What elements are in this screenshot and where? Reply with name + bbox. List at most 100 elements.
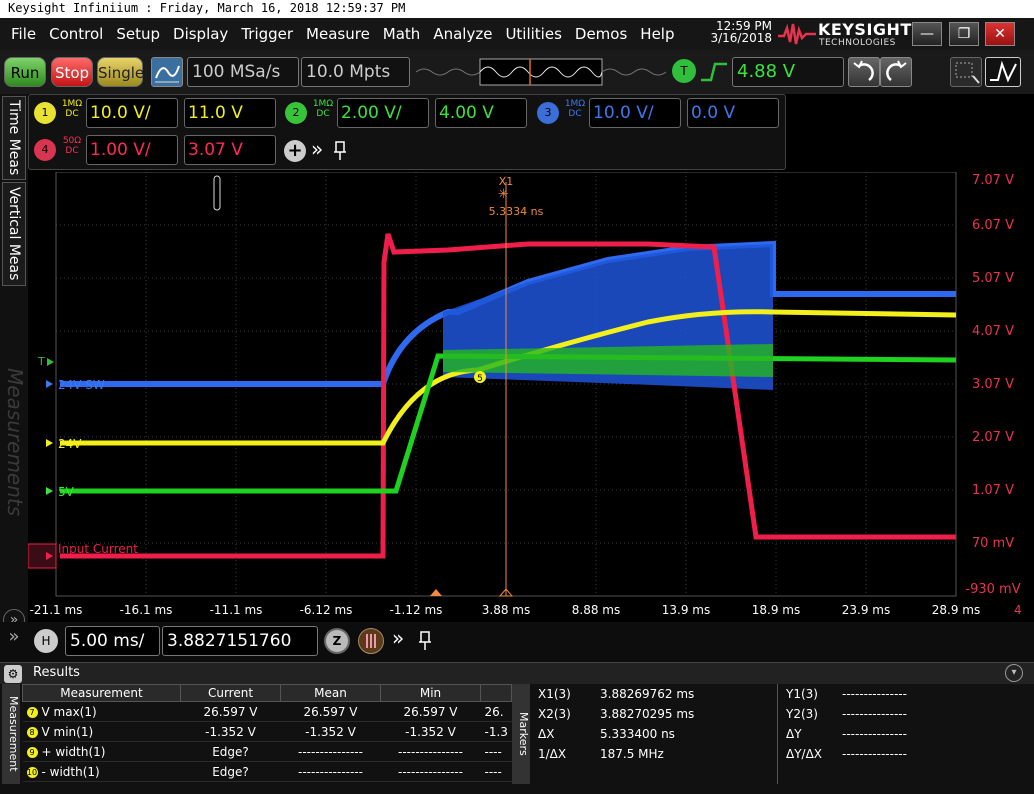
- channel-1-scale[interactable]: 10.0 V/: [86, 98, 178, 128]
- channel-2-offset[interactable]: 4.00 V: [435, 98, 527, 128]
- collapse-left-icon[interactable]: »: [0, 626, 28, 660]
- redo-icon: [886, 60, 907, 82]
- tab-vertical-meas[interactable]: Vertical Meas: [2, 182, 26, 286]
- zoom-box-button[interactable]: [950, 57, 982, 87]
- run-button[interactable]: Run: [4, 57, 46, 87]
- menu-display[interactable]: Display: [173, 25, 228, 43]
- segment-button[interactable]: [358, 628, 384, 654]
- marker-value: 3.88269762 ms: [600, 687, 695, 701]
- expand-channels-icon[interactable]: »: [311, 137, 323, 161]
- menu-math[interactable]: Math: [383, 25, 421, 43]
- results-header: ⚙ Results ▾: [0, 662, 1034, 684]
- measurement-current: -1.352 V: [180, 721, 281, 742]
- channel-3-scale[interactable]: 10.0 V/: [589, 98, 681, 128]
- x-axis-label: -1.12 ms: [389, 603, 443, 617]
- horizontal-pin-icon[interactable]: [418, 630, 432, 652]
- channel-4-badge[interactable]: 4: [34, 139, 56, 161]
- horizontal-badge[interactable]: H: [34, 629, 58, 653]
- table-row[interactable]: 8V min(1) -1.352 V -1.352 V -1.352 V -1.…: [22, 721, 512, 742]
- channel-1-badge[interactable]: 1: [34, 102, 56, 124]
- single-button[interactable]: Single: [97, 57, 144, 87]
- channel-4-number: 4: [41, 143, 49, 156]
- x-axis-label: 28.9 ms: [931, 603, 981, 617]
- settings-gear-icon[interactable]: ⚙: [4, 665, 22, 683]
- cursor-value: 5.3334 ns: [489, 205, 544, 218]
- close-button[interactable]: ✕: [985, 22, 1015, 46]
- sample-rate-field[interactable]: 100 MSa/s: [187, 57, 299, 87]
- add-channel-button[interactable]: +: [284, 140, 306, 162]
- x-axis-label: -6.12 ms: [299, 603, 353, 617]
- restore-button[interactable]: ❐: [949, 22, 979, 46]
- channel-3-offset[interactable]: 0.0 V: [687, 98, 779, 128]
- menu-measure[interactable]: Measure: [306, 25, 370, 43]
- waveform-display[interactable]: X1 ✳ 5.3334 ns 5 T 24V SW 24V 5V Input C…: [28, 172, 1034, 602]
- marker-label: Y1(3): [786, 687, 818, 701]
- channel-3-badge[interactable]: 3: [537, 102, 559, 124]
- brand-sub: TECHNOLOGIES: [819, 38, 896, 48]
- measurement-max: ----: [480, 741, 512, 762]
- marker-label: ΔX: [538, 727, 555, 741]
- table-row[interactable]: 10- width(1) Edge? --------------- -----…: [22, 761, 512, 782]
- redo-button[interactable]: [880, 57, 912, 87]
- marker-row: ΔX 5.333400 ns: [538, 724, 774, 744]
- undo-button[interactable]: [848, 57, 880, 87]
- measurement-side-label[interactable]: Measurement: [2, 684, 20, 784]
- menu: File Control Setup Display Trigger Measu…: [0, 18, 677, 50]
- time-scale-field[interactable]: 5.00 ms/: [65, 626, 160, 656]
- menu-file[interactable]: File: [11, 25, 36, 43]
- menu-analyze[interactable]: Analyze: [433, 25, 492, 43]
- expand-horizontal-icon[interactable]: »: [392, 626, 404, 650]
- plus-icon: +: [287, 140, 303, 161]
- menu-utilities[interactable]: Utilities: [505, 25, 561, 43]
- menu-trigger[interactable]: Trigger: [241, 25, 293, 43]
- marker-value: ---------------: [842, 727, 907, 741]
- marker-label: Y2(3): [786, 707, 818, 721]
- x-axis-label: -11.1 ms: [209, 603, 263, 617]
- channel-1-offset[interactable]: 11.0 V: [184, 98, 276, 128]
- memory-depth-field[interactable]: 10.0 Mpts: [301, 57, 410, 87]
- measurement-min: 26.597 V: [380, 701, 481, 722]
- channel-2-coupling[interactable]: 1MΩ DC: [312, 99, 334, 119]
- undo-icon: [853, 60, 874, 82]
- menu-help[interactable]: Help: [640, 25, 674, 43]
- waveform-overview-icon[interactable]: [416, 57, 666, 87]
- trigger-level-field[interactable]: 4.88 V: [732, 57, 844, 87]
- channel-4-coupling[interactable]: 50Ω DC: [61, 136, 83, 156]
- tab-time-meas[interactable]: Time Meas: [2, 96, 26, 180]
- measurement-min: ---------------: [380, 761, 481, 782]
- channel-2-badge[interactable]: 2: [285, 102, 307, 124]
- channel-1-ground-icon: [46, 439, 53, 447]
- table-row[interactable]: 9 + width(1) Edge? --------------- ------…: [22, 741, 512, 762]
- channel-3-coupling[interactable]: 1MΩ DC: [564, 99, 586, 119]
- row-marker-icon: 9: [26, 746, 38, 758]
- menu-control[interactable]: Control: [49, 25, 103, 43]
- table-row[interactable]: 7V max(1) 26.597 V 26.597 V 26.597 V 26.: [22, 701, 512, 722]
- measurement-mean: -1.352 V: [280, 721, 381, 742]
- minimize-button[interactable]: —: [912, 22, 942, 46]
- zoom-button[interactable]: Z: [324, 628, 350, 654]
- channel-2-scale[interactable]: 2.00 V/: [337, 98, 429, 128]
- right-axis-label: 4.07 V: [972, 324, 1014, 339]
- col-mean[interactable]: Mean: [280, 684, 381, 702]
- menu-demos[interactable]: Demos: [575, 25, 627, 43]
- col-measurement[interactable]: Measurement: [22, 684, 181, 702]
- touch-mode-button[interactable]: [985, 57, 1021, 87]
- time-position-field[interactable]: 3.8827151760 ms: [162, 626, 318, 679]
- col-current[interactable]: Current: [180, 684, 281, 702]
- auto-scale-button[interactable]: [151, 57, 183, 87]
- trigger-badge[interactable]: T: [672, 59, 696, 83]
- col-max[interactable]: [479, 684, 513, 702]
- pin-icon[interactable]: [333, 140, 347, 162]
- channel-1-coupling[interactable]: 1MΩ DC: [61, 99, 83, 119]
- rising-edge-icon[interactable]: [699, 60, 729, 84]
- collapse-results-icon[interactable]: ▾: [1005, 664, 1023, 682]
- tab-measurements[interactable]: Measurements: [2, 304, 27, 580]
- stop-button[interactable]: Stop: [51, 57, 93, 87]
- results-title: Results: [33, 665, 80, 680]
- channel-4-scale[interactable]: 1.00 V/: [86, 135, 178, 165]
- marker-value: 5.333400 ns: [600, 727, 675, 741]
- markers-side-label[interactable]: Markers: [512, 684, 530, 784]
- col-min[interactable]: Min: [380, 684, 481, 702]
- menu-setup[interactable]: Setup: [116, 25, 160, 43]
- channel-4-offset[interactable]: 3.07 V: [184, 135, 276, 165]
